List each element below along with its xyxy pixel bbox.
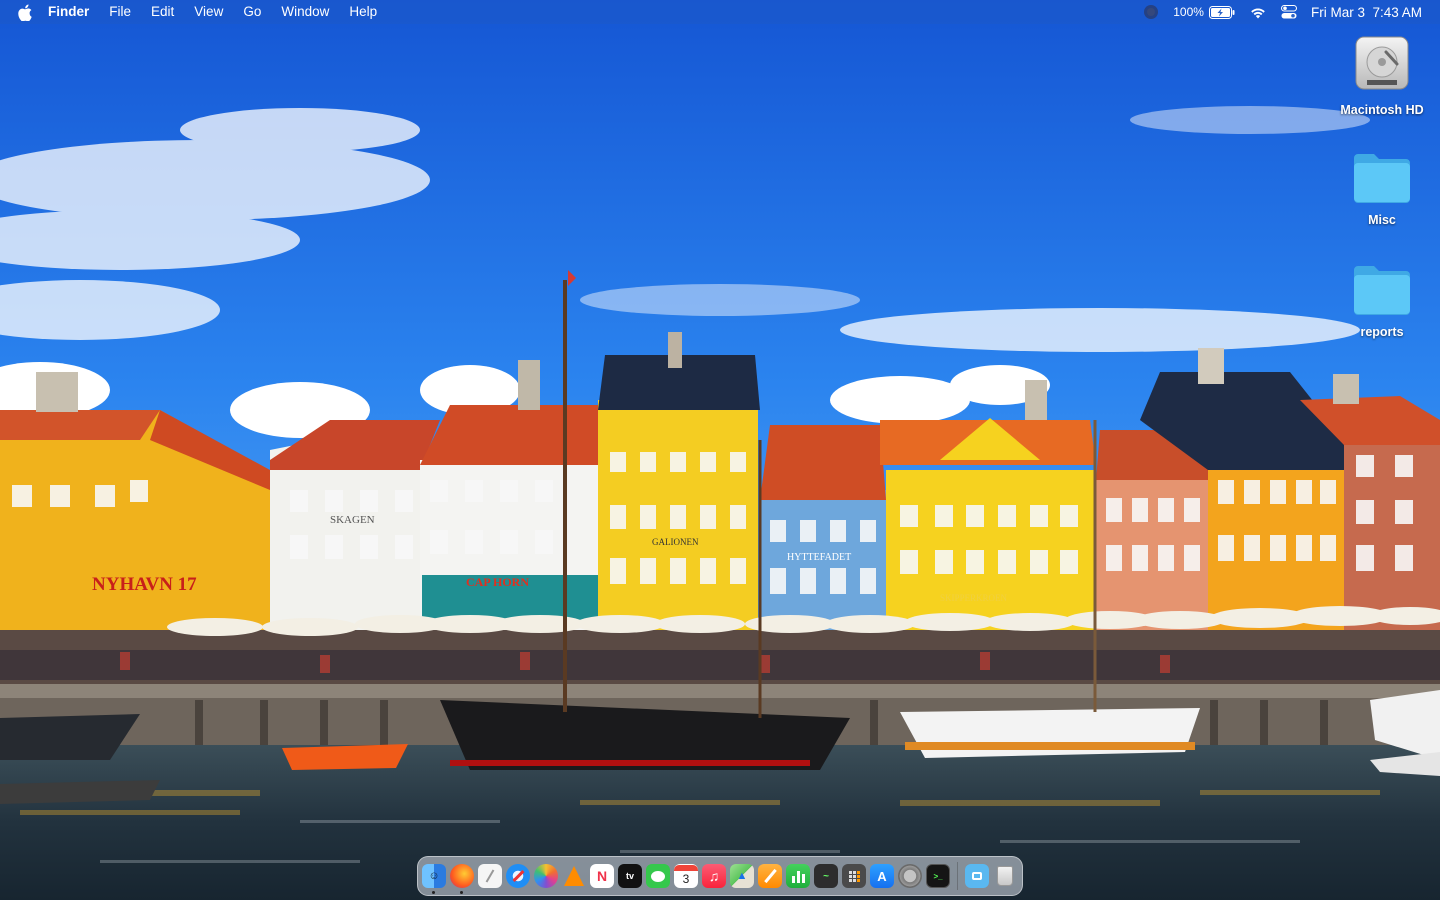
music-icon: ♫ (708, 868, 720, 884)
notes-pad-icon (485, 869, 495, 883)
apple-menu-icon[interactable] (18, 3, 34, 21)
desktop-icon-reports[interactable]: reports (1332, 262, 1432, 339)
dock-numbers[interactable] (786, 864, 810, 888)
calculator-icon (848, 870, 860, 882)
app-store-icon: A (877, 868, 887, 884)
sign-hyttefadet: HYTTEFADET (787, 552, 851, 563)
dock-news[interactable]: N (590, 864, 614, 888)
terminal-icon: >_ (933, 871, 943, 881)
desktop-icon-label: Misc (1368, 213, 1396, 227)
menu-go[interactable]: Go (233, 0, 271, 24)
menu-bar: Finder File Edit View Go Window Help 100… (0, 0, 1440, 24)
sign-cap-horn: CAP HORN (466, 575, 529, 589)
desktop-icon-macintosh-hd[interactable]: Macintosh HD (1332, 34, 1432, 117)
dock-notes[interactable] (478, 864, 502, 888)
dock-activity-monitor[interactable]: ~ (814, 864, 838, 888)
dock-maps[interactable]: ▲ (730, 864, 754, 888)
dock-calculator[interactable] (842, 864, 866, 888)
finder-icon: ☺ (428, 870, 440, 882)
desktop-icon-label: Macintosh HD (1340, 103, 1424, 117)
dock-system-settings[interactable] (898, 864, 922, 888)
dock-apple-tv[interactable]: tv (618, 864, 642, 888)
desktop-wallpaper: NYHAVN 17 SKAGEN CAP HORN GALIONEN HYTTE… (0, 0, 1440, 900)
dock-trash[interactable] (993, 864, 1017, 888)
folder-icon (1351, 262, 1413, 321)
desktop-icon-label: reports (1360, 325, 1404, 339)
dock-separator (957, 862, 958, 890)
menu-app-finder[interactable]: Finder (34, 0, 99, 24)
dock-music[interactable]: ♫ (702, 864, 726, 888)
sign-skagen: SKAGEN (330, 514, 375, 526)
wifi-icon[interactable] (1249, 6, 1267, 19)
sign-nyhavn: NYHAVN 17 (92, 574, 197, 595)
maps-icon: ▲ (736, 870, 748, 882)
apple-tv-icon: tv (625, 871, 634, 881)
desktop-icon-misc[interactable]: Misc (1332, 150, 1432, 227)
battery-status[interactable]: 100% (1173, 5, 1235, 19)
numbers-icon (791, 869, 805, 883)
dock-finder[interactable]: ☺ (422, 864, 446, 894)
menu-clock[interactable]: Fri Mar 3 7:43 AM (1311, 5, 1422, 20)
sign-skipperkroen: SKIPPERKROEN (940, 593, 1008, 603)
menu-file[interactable]: File (99, 0, 141, 24)
dock-photos[interactable] (534, 864, 558, 888)
dock-firefox[interactable] (450, 864, 474, 894)
calendar-day: 3 (682, 872, 690, 886)
menu-edit[interactable]: Edit (141, 0, 184, 24)
menu-window[interactable]: Window (271, 0, 339, 24)
activity-monitor-icon: ~ (823, 870, 829, 882)
screenshot-folder-icon (972, 872, 982, 880)
dock-messages[interactable] (646, 864, 670, 888)
dock-screenshots-folder[interactable] (965, 864, 989, 888)
dock-app-store[interactable]: A (870, 864, 894, 888)
control-center-icon[interactable] (1280, 5, 1297, 19)
news-icon: N (596, 868, 608, 884)
dock: ☺ N tv 3 ♫ ▲ ~ A >_ (417, 856, 1023, 896)
vlc-icon (564, 866, 584, 886)
menu-help[interactable]: Help (339, 0, 387, 24)
safari-icon (511, 869, 525, 883)
battery-charging-icon (1208, 5, 1235, 19)
battery-percent: 100% (1173, 5, 1204, 19)
dock-calendar[interactable]: 3 (674, 864, 698, 888)
dock-pages[interactable] (758, 864, 782, 888)
dock-vlc[interactable] (562, 864, 586, 888)
trash-icon (997, 866, 1013, 886)
menu-view[interactable]: View (184, 0, 233, 24)
folder-icon (1351, 150, 1413, 209)
dock-safari[interactable] (506, 864, 530, 888)
sign-galionen: GALIONEN (652, 537, 699, 547)
hard-drive-icon (1353, 34, 1411, 99)
siri-icon[interactable] (1143, 4, 1159, 20)
pages-icon (763, 868, 777, 884)
dock-terminal[interactable]: >_ (926, 864, 950, 888)
messages-icon (651, 870, 665, 882)
